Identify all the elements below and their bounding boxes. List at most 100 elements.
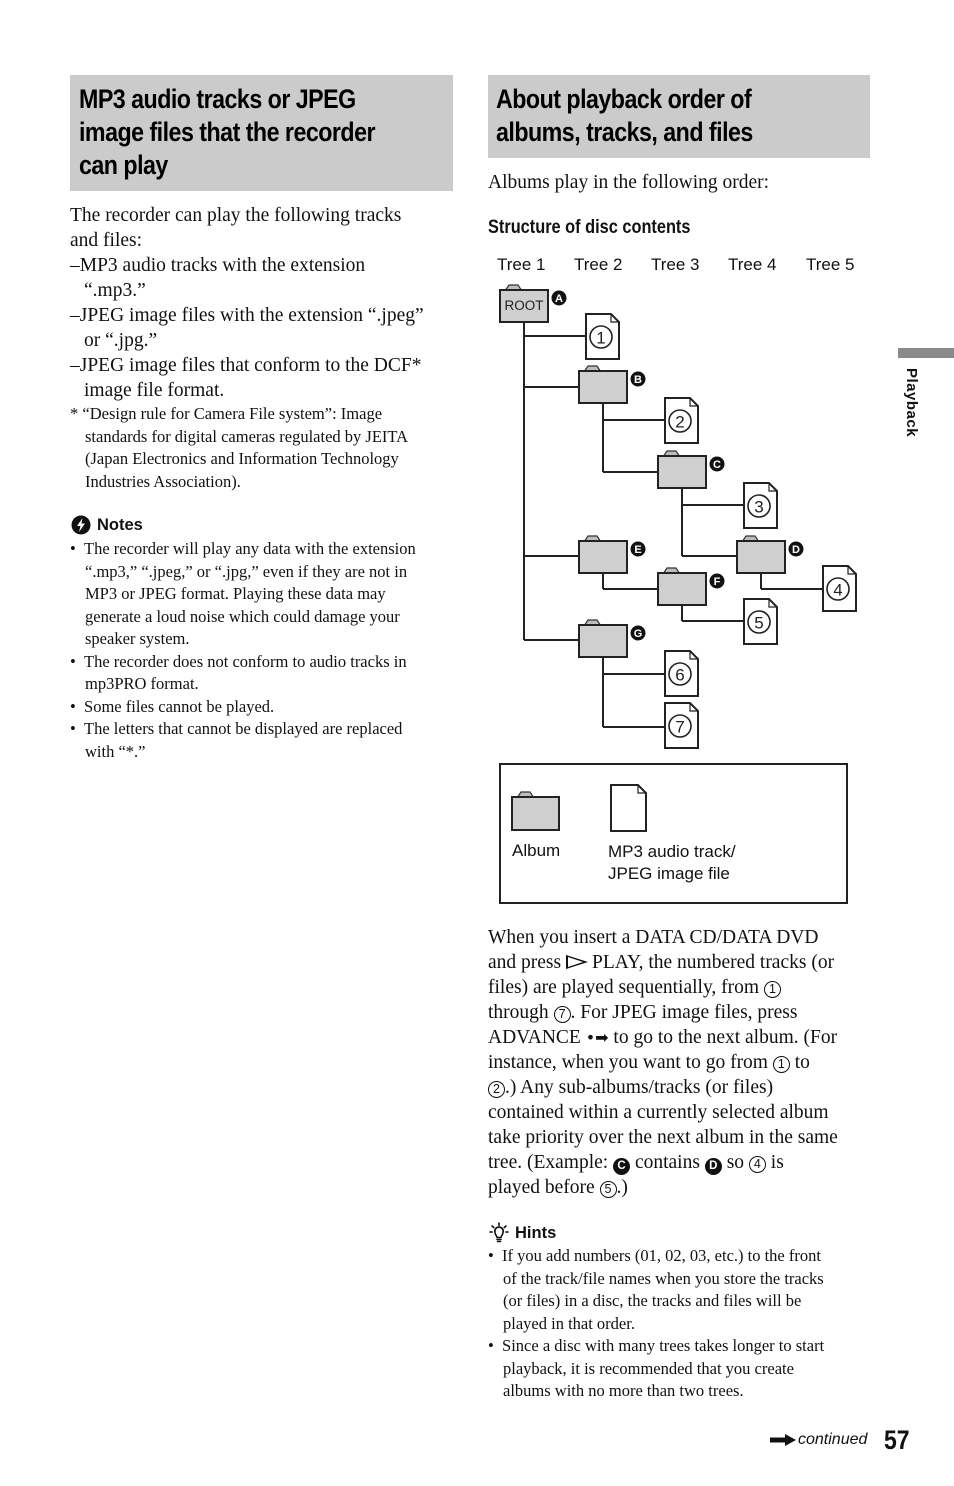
album-badge-c: C bbox=[613, 1158, 631, 1175]
file-icon-5 bbox=[743, 598, 778, 645]
explanation-line: tree. (Example: C contains D so 4 is bbox=[488, 1150, 838, 1175]
album-folder-icon-d-tab bbox=[740, 535, 761, 543]
file-number-5: 5 bbox=[754, 614, 763, 633]
album-badge-e-letter: E bbox=[634, 544, 641, 556]
bullet: • bbox=[70, 651, 76, 671]
note-text: with “*.” bbox=[85, 741, 146, 761]
text: and press bbox=[488, 952, 566, 973]
file-number-circle-2 bbox=[668, 409, 692, 433]
album-badge-a bbox=[551, 290, 567, 306]
bullet: • bbox=[488, 1246, 494, 1265]
dash-marker: – bbox=[70, 255, 80, 276]
hints-title: Hints bbox=[515, 1223, 557, 1242]
hint-text: Since a disc with many trees takes longe… bbox=[502, 1336, 825, 1355]
file-number-3: 3 bbox=[754, 498, 763, 517]
note-text: MP3 or JPEG format. Playing these data m… bbox=[85, 584, 386, 603]
arrow-right-icon bbox=[770, 1434, 796, 1446]
file-icon-1-corner bbox=[610, 314, 619, 323]
file-number-circle-7 bbox=[668, 714, 692, 738]
album-badge-d: D bbox=[704, 1158, 722, 1175]
file-icon-1 bbox=[585, 313, 620, 360]
bullet: • bbox=[70, 696, 76, 716]
file-icon-5-corner bbox=[768, 599, 777, 608]
title-line: MP3 audio tracks or JPEG bbox=[79, 84, 356, 114]
explanation-line: ADVANCE •➡ to go to the next album. (For bbox=[488, 1025, 838, 1050]
title-line: image files that the recorder bbox=[79, 117, 376, 147]
file-number-2: 2 bbox=[675, 413, 684, 432]
file-icon-3 bbox=[743, 482, 778, 529]
subheading-text: Structure of disc contents bbox=[488, 217, 691, 238]
file-icon-2 bbox=[664, 397, 699, 444]
play-icon bbox=[565, 955, 588, 969]
root-label: ROOT bbox=[505, 298, 544, 313]
note-text: The recorder does not conform to audio t… bbox=[84, 651, 407, 671]
album-badge-b-letter: B bbox=[634, 374, 642, 386]
album-folder-icon-c bbox=[657, 455, 707, 489]
album-badge-d-letter: D bbox=[792, 544, 800, 556]
note-text: speaker system. bbox=[85, 629, 190, 648]
legend-file-line: JPEG image file bbox=[608, 864, 730, 883]
footnote-text: (Japan Electronics and Information Techn… bbox=[85, 449, 399, 468]
file-icon-3-corner bbox=[768, 483, 777, 492]
file-icon-4-corner bbox=[847, 566, 856, 575]
notes-heading: Notes bbox=[71, 515, 143, 535]
circled-number-2: 2 bbox=[488, 1081, 505, 1098]
dash-marker: – bbox=[70, 355, 80, 376]
advance-arrow-icon: •➡ bbox=[585, 1028, 609, 1047]
text: PLAY, the numbered tracks (or bbox=[591, 952, 835, 973]
file-number-circle-4 bbox=[826, 577, 850, 601]
hint-item: • Since a disc with many trees takes lon… bbox=[488, 1335, 824, 1358]
item-text: image file format. bbox=[84, 380, 225, 401]
legend-album-label: Album bbox=[512, 841, 561, 860]
explanation-line: files) are played sequentially, from 1 bbox=[488, 975, 838, 1000]
text: through bbox=[488, 1002, 554, 1023]
album-folder-icon-g-tab bbox=[582, 619, 603, 627]
tree-label-2: Tree 2 bbox=[574, 255, 623, 274]
file-number-7: 7 bbox=[675, 718, 684, 737]
circled-number-1: 1 bbox=[772, 1056, 790, 1073]
note-text: The recorder will play any data with the… bbox=[84, 539, 416, 558]
album-folder-icon-d bbox=[736, 540, 786, 574]
notes-title: Notes bbox=[97, 515, 143, 534]
note-item: • Some files cannot be played. bbox=[70, 696, 416, 719]
text: . For JPEG image files, press bbox=[570, 1002, 798, 1023]
text: so bbox=[721, 1152, 749, 1173]
file-icon-7-corner bbox=[689, 703, 698, 712]
intro-paragraph: The recorder can play the following trac… bbox=[70, 203, 424, 403]
lightbulb-icon bbox=[489, 1222, 509, 1243]
footnote: * “Design rule for Camera File system”: … bbox=[70, 403, 408, 493]
albums-intro: Albums play in the following order: bbox=[488, 172, 770, 193]
file-type-item: –JPEG image files with the extension “.j… bbox=[70, 303, 424, 328]
explanation-line: When you insert a DATA CD/DATA DVD bbox=[488, 927, 819, 948]
section-title-playback-order: About playback order of albums, tracks, … bbox=[488, 75, 870, 158]
footnote-text: “Design rule for Camera File system”: Im… bbox=[82, 404, 383, 423]
file-number-circle-6 bbox=[668, 662, 692, 686]
item-text: JPEG image files with the extension “.jp… bbox=[79, 305, 424, 326]
bullet: • bbox=[70, 539, 76, 558]
footnote-text: Industries Association). bbox=[85, 471, 241, 491]
legend-file-line: MP3 audio track/ bbox=[608, 842, 736, 861]
continued-text: continued bbox=[798, 1431, 868, 1448]
title-line: albums, tracks, and files bbox=[496, 117, 753, 147]
album-badge-e bbox=[630, 541, 646, 557]
hints-list: • If you add numbers (01, 02, 03, etc.) … bbox=[488, 1245, 824, 1403]
album-folder-icon-a-tab bbox=[503, 284, 524, 292]
page-number-text: 57 bbox=[884, 1425, 910, 1455]
text: to go to the next album. (For bbox=[608, 1027, 838, 1048]
album-folder-icon-g bbox=[578, 624, 628, 658]
circled-number-5: 5 bbox=[599, 1181, 617, 1198]
section-title-mp3-jpeg: MP3 audio tracks or JPEG image files tha… bbox=[70, 75, 453, 191]
album-folder-icon-a bbox=[499, 289, 549, 323]
dash-marker: – bbox=[70, 305, 80, 326]
tree-label-1: Tree 1 bbox=[497, 255, 546, 274]
text: tree. (Example: bbox=[488, 1152, 614, 1173]
structure-subheading: Structure of disc contents bbox=[488, 217, 723, 239]
album-badge-c bbox=[709, 456, 725, 472]
file-number-circle-1 bbox=[589, 325, 613, 349]
note-item: • The recorder does not conform to audio… bbox=[70, 651, 416, 674]
file-number-circle-5 bbox=[747, 610, 771, 634]
hint-text: albums with no more than two trees. bbox=[503, 1381, 744, 1400]
file-type-item: –MP3 audio tracks with the extension bbox=[70, 253, 424, 278]
file-icon-7 bbox=[664, 702, 699, 749]
intro-line: and files: bbox=[70, 230, 143, 251]
